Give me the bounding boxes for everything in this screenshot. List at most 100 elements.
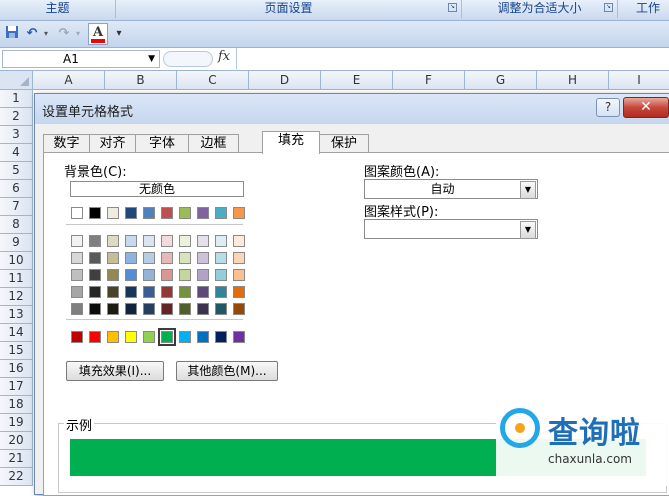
color-swatch[interactable] [179, 331, 191, 343]
color-swatch[interactable] [89, 331, 101, 343]
customize-toolbar-icon[interactable]: ▾ [114, 25, 124, 43]
color-swatch[interactable] [143, 235, 155, 247]
color-swatch[interactable] [215, 269, 227, 281]
color-swatch[interactable] [161, 207, 173, 219]
insert-function-icon[interactable]: fx [218, 49, 230, 64]
column-header[interactable]: D [249, 71, 321, 90]
color-swatch[interactable] [143, 303, 155, 315]
color-swatch[interactable] [71, 269, 83, 281]
color-swatch[interactable] [179, 207, 191, 219]
row-header[interactable]: 14 [0, 324, 33, 342]
font-color-icon[interactable]: A [88, 23, 108, 45]
color-swatch[interactable] [215, 252, 227, 264]
row-header[interactable]: 17 [0, 378, 33, 396]
tab-number[interactable]: 数字 [43, 134, 90, 153]
color-swatch[interactable] [125, 303, 137, 315]
color-swatch[interactable] [197, 207, 209, 219]
row-header[interactable]: 1 [0, 90, 33, 108]
row-header[interactable]: 8 [0, 216, 33, 234]
save-icon[interactable] [4, 25, 20, 43]
tab-alignment[interactable]: 对齐 [89, 134, 136, 153]
column-header[interactable]: G [465, 71, 537, 90]
help-button[interactable]: ? [596, 98, 620, 117]
chevron-down-icon[interactable]: ▼ [520, 181, 536, 199]
dialog-title-bar[interactable]: 设置单元格格式 ? ✕ [35, 94, 669, 124]
color-swatch[interactable] [179, 252, 191, 264]
color-swatch[interactable] [161, 303, 173, 315]
no-color-button[interactable]: 无颜色 [70, 181, 244, 197]
column-header[interactable]: E [321, 71, 393, 90]
row-header[interactable]: 2 [0, 108, 33, 126]
column-header[interactable]: H [537, 71, 609, 90]
row-header[interactable]: 20 [0, 432, 33, 450]
color-swatch[interactable] [107, 269, 119, 281]
color-swatch[interactable] [107, 235, 119, 247]
column-header[interactable]: A [33, 71, 105, 90]
color-swatch[interactable] [143, 207, 155, 219]
color-swatch[interactable] [71, 286, 83, 298]
color-swatch[interactable] [143, 286, 155, 298]
color-swatch[interactable] [197, 303, 209, 315]
row-header[interactable]: 13 [0, 306, 33, 324]
color-swatch[interactable] [215, 303, 227, 315]
tab-font[interactable]: 字体 [135, 134, 189, 153]
color-swatch[interactable] [89, 252, 101, 264]
row-header[interactable]: 9 [0, 234, 33, 252]
color-swatch[interactable] [215, 207, 227, 219]
color-swatch[interactable] [197, 235, 209, 247]
color-swatch[interactable] [179, 235, 191, 247]
tab-border[interactable]: 边框 [188, 134, 239, 153]
row-header[interactable]: 12 [0, 288, 33, 306]
color-swatch[interactable] [143, 269, 155, 281]
color-swatch[interactable] [89, 207, 101, 219]
row-header[interactable]: 16 [0, 360, 33, 378]
color-swatch[interactable] [233, 331, 245, 343]
color-swatch[interactable] [107, 252, 119, 264]
formula-bar-expander[interactable] [163, 51, 213, 67]
color-swatch[interactable] [125, 269, 137, 281]
tab-fill[interactable]: 填充 [262, 131, 320, 154]
name-box[interactable]: A1 ▼ [2, 50, 160, 68]
color-swatch[interactable] [71, 207, 83, 219]
color-swatch[interactable] [161, 269, 173, 281]
color-swatch[interactable] [107, 303, 119, 315]
color-swatch[interactable] [89, 303, 101, 315]
color-swatch[interactable] [125, 207, 137, 219]
color-swatch[interactable] [215, 286, 227, 298]
color-swatch[interactable] [71, 303, 83, 315]
color-swatch[interactable] [161, 235, 173, 247]
dialog-launcher-icon[interactable]: ↘ [448, 3, 457, 12]
color-swatch[interactable] [197, 331, 209, 343]
more-colors-button[interactable]: 其他颜色(M)... [176, 361, 278, 381]
chevron-down-icon[interactable]: ▼ [520, 221, 536, 239]
color-swatch[interactable] [233, 252, 245, 264]
column-header[interactable]: F [393, 71, 465, 90]
row-header[interactable]: 5 [0, 162, 33, 180]
color-swatch[interactable] [233, 286, 245, 298]
row-header[interactable]: 6 [0, 180, 33, 198]
row-header[interactable]: 3 [0, 126, 33, 144]
color-swatch[interactable] [197, 252, 209, 264]
chevron-down-icon[interactable]: ▾ [42, 25, 50, 43]
color-swatch[interactable] [179, 286, 191, 298]
color-swatch[interactable] [161, 286, 173, 298]
row-header[interactable]: 7 [0, 198, 33, 216]
color-swatch[interactable] [107, 331, 119, 343]
color-swatch[interactable] [107, 207, 119, 219]
row-header[interactable]: 15 [0, 342, 33, 360]
row-header[interactable]: 10 [0, 252, 33, 270]
undo-icon[interactable]: ↶ [24, 25, 40, 43]
formula-input[interactable] [236, 48, 669, 69]
color-swatch[interactable] [179, 269, 191, 281]
color-swatch[interactable] [125, 252, 137, 264]
color-swatch[interactable] [89, 286, 101, 298]
chevron-down-icon[interactable]: ▾ [74, 25, 82, 43]
color-swatch[interactable] [143, 252, 155, 264]
color-swatch[interactable] [125, 235, 137, 247]
row-header[interactable]: 21 [0, 450, 33, 468]
fill-effects-button[interactable]: 填充效果(I)... [66, 361, 164, 381]
color-swatch[interactable] [71, 235, 83, 247]
pattern-color-select[interactable]: 自动 ▼ [364, 179, 538, 199]
select-all-corner[interactable] [0, 71, 33, 90]
color-swatch[interactable] [179, 303, 191, 315]
